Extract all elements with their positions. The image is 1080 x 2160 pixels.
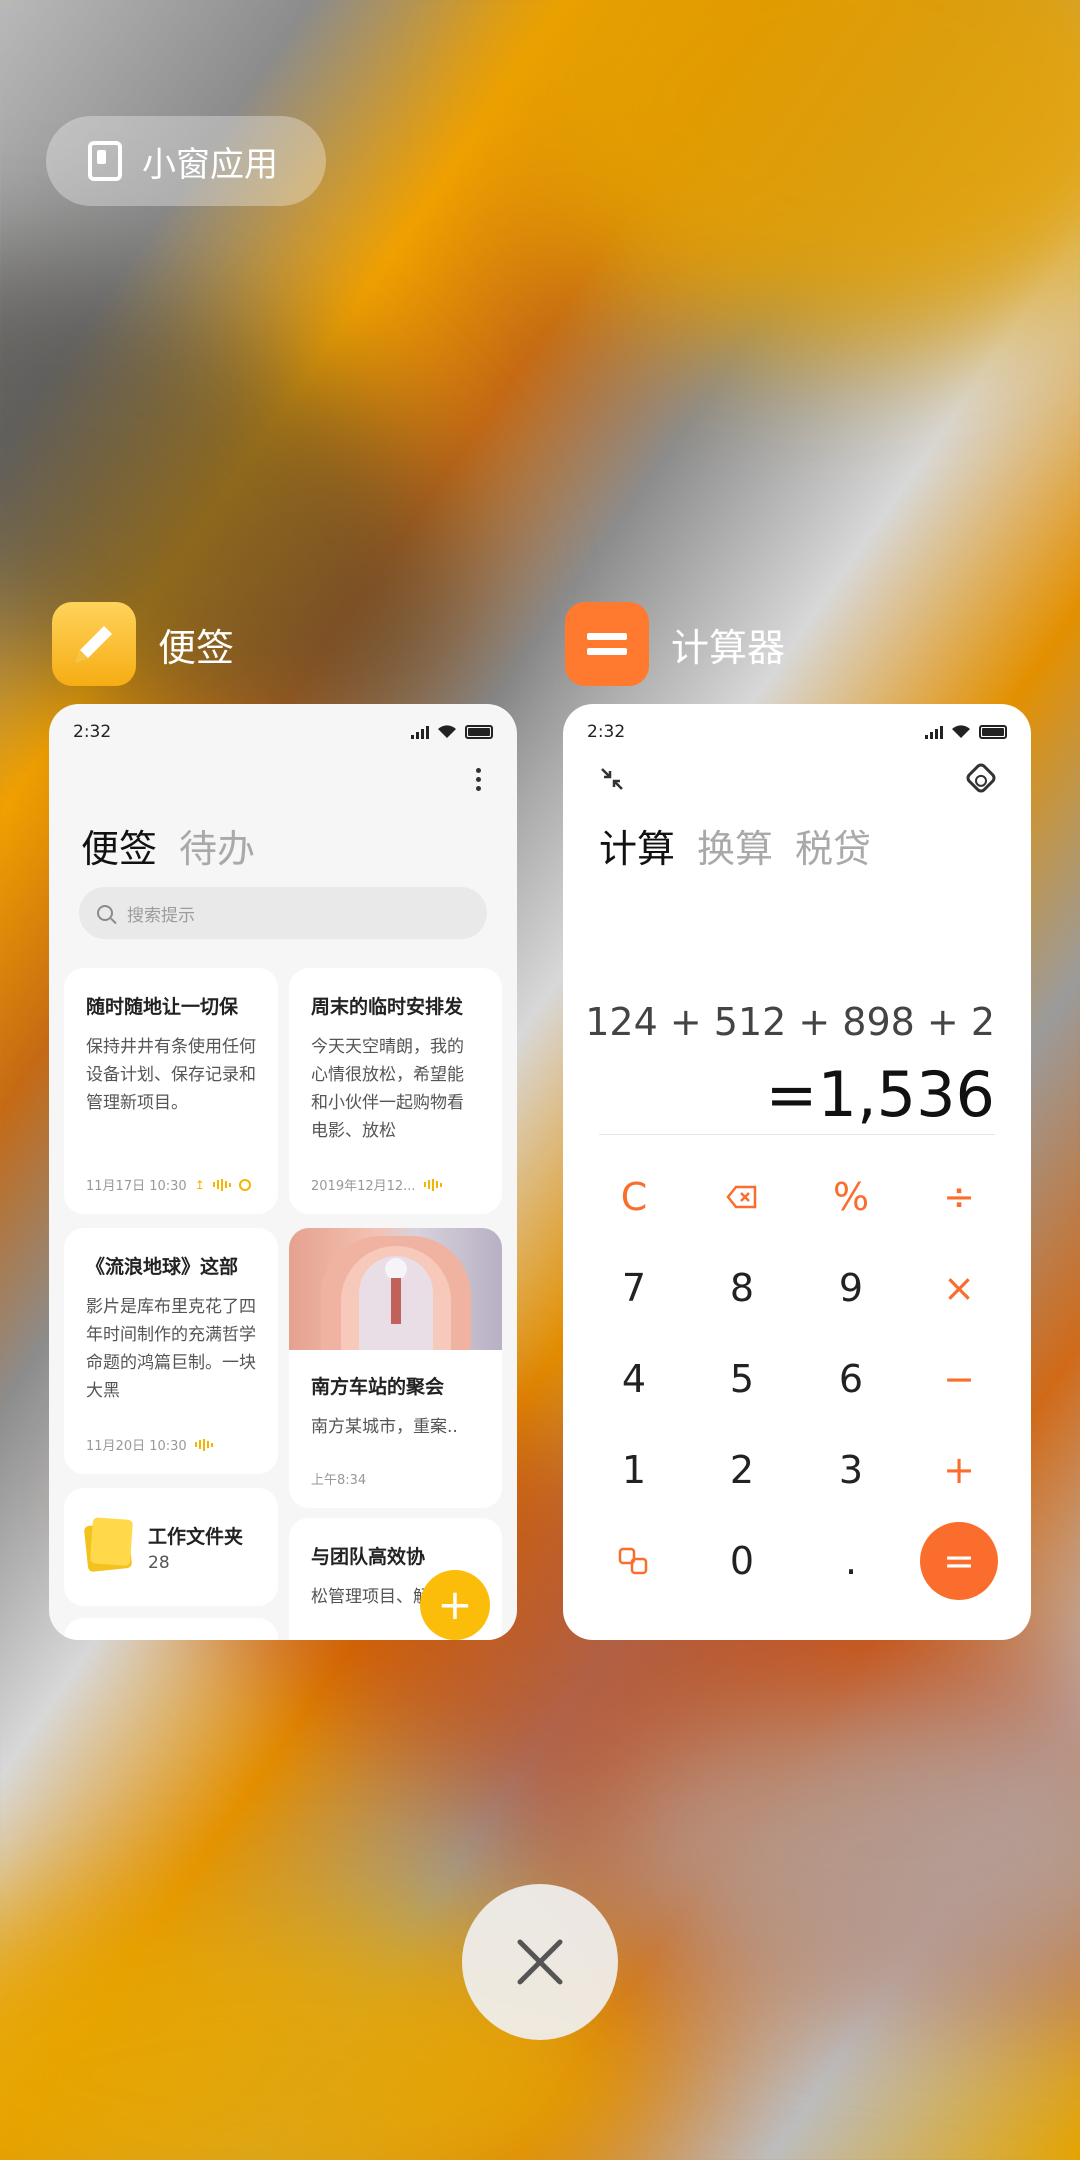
- equals-button[interactable]: =: [920, 1522, 998, 1600]
- signal-icon: [411, 725, 429, 739]
- note-date: 2019年12月12...: [311, 1179, 416, 1194]
- calculator-app-icon: [565, 602, 649, 686]
- tab-tax-loan[interactable]: 税贷: [795, 818, 871, 873]
- notes-app-preview[interactable]: 2:32 便签 待办 搜索提示 随时随地让一切保 保持井井有条使用任何设备计划、…: [49, 704, 517, 1640]
- digit-7-button[interactable]: 7: [595, 1249, 673, 1327]
- note-date: 上午8:34: [311, 1473, 367, 1488]
- settings-icon[interactable]: [964, 761, 998, 795]
- calc-app-header[interactable]: 计算器: [565, 602, 785, 686]
- tab-convert[interactable]: 换算: [697, 818, 773, 873]
- percent-button[interactable]: %: [812, 1158, 890, 1236]
- more-menu-icon[interactable]: [476, 768, 481, 791]
- note-title: 南方车站的聚会: [311, 1376, 445, 1398]
- digit-5-button[interactable]: 5: [703, 1340, 781, 1418]
- note-body: 保持井井有条使用任何设备计划、保存记录和管理新项目。: [86, 1037, 256, 1113]
- digit-1-button[interactable]: 1: [595, 1431, 673, 1509]
- digit-2-button[interactable]: 2: [703, 1431, 781, 1509]
- digit-8-button[interactable]: 8: [703, 1249, 781, 1327]
- note-body: 影片是库布里克花了四年时间制作的充满哲学命题的鸿篇巨制。一块大黑: [86, 1297, 256, 1401]
- note-card[interactable]: 南方车站的聚会 南方某城市，重案.. 上午8:34: [289, 1228, 502, 1508]
- expression-display: 124 + 512 + 898 + 2: [585, 1000, 995, 1044]
- backspace-button[interactable]: [703, 1158, 781, 1236]
- close-all-button[interactable]: [462, 1884, 618, 2040]
- status-time: 2:32: [587, 722, 626, 742]
- notes-app-name: 便签: [158, 625, 235, 670]
- note-title: 《流浪地球》这部: [86, 1256, 239, 1278]
- floating-window-label: 小窗应用: [142, 144, 278, 185]
- digit-4-button[interactable]: 4: [595, 1340, 673, 1418]
- digit-0-button[interactable]: 0: [703, 1522, 781, 1600]
- status-bar: 2:32: [587, 718, 1007, 746]
- close-icon: [517, 1939, 563, 1985]
- pin-icon: ↥: [194, 1177, 205, 1192]
- calculator-app-preview[interactable]: 2:32 计算 换算 税贷 124 + 512 + 898 + 2 =1,536…: [563, 704, 1031, 1640]
- audio-icon: [194, 1438, 213, 1451]
- floating-window-icon: [88, 141, 122, 181]
- note-card[interactable]: 《流浪地球》这部 影片是库布里克花了四年时间制作的充满哲学命题的鸿篇巨制。一块大…: [64, 1228, 278, 1474]
- audio-icon: [423, 1178, 442, 1191]
- status-bar: 2:32: [73, 718, 493, 746]
- notes-tabs: 便签 待办: [81, 818, 255, 873]
- digit-9-button[interactable]: 9: [812, 1249, 890, 1327]
- note-title: 随时随地让一切保: [86, 996, 239, 1018]
- note-footer: 上午8:34: [311, 1469, 366, 1488]
- add-note-button[interactable]: +: [420, 1570, 490, 1640]
- wifi-icon: [438, 725, 456, 738]
- alarm-icon: [238, 1178, 251, 1191]
- note-body: 南方某城市，重案..: [311, 1417, 458, 1437]
- note-date: 11月20日 10:30: [86, 1439, 187, 1454]
- divide-button[interactable]: ÷: [920, 1158, 998, 1236]
- shrink-icon[interactable]: [599, 766, 625, 792]
- note-card[interactable]: 随时随地让一切保 保持井井有条使用任何设备计划、保存记录和管理新项目。 11月1…: [64, 968, 278, 1214]
- note-footer: 11月17日 10:30 ↥: [86, 1175, 251, 1194]
- notes-app-icon: [52, 602, 136, 686]
- tab-notes[interactable]: 便签: [81, 818, 157, 873]
- folder-icon: [83, 1521, 133, 1573]
- battery-icon: [465, 725, 493, 739]
- tab-calculate[interactable]: 计算: [599, 818, 675, 873]
- status-time: 2:32: [73, 722, 112, 742]
- plus-button[interactable]: +: [920, 1431, 998, 1509]
- backspace-icon: [726, 1185, 757, 1209]
- battery-icon: [979, 725, 1007, 739]
- note-title: 周末的临时安排发: [311, 996, 464, 1018]
- switch-icon: [618, 1547, 648, 1575]
- result-display: =1,536: [765, 1058, 995, 1131]
- folder-count: 28: [148, 1552, 170, 1573]
- decimal-button[interactable]: .: [812, 1522, 890, 1600]
- audio-icon: [212, 1178, 231, 1191]
- folder-card[interactable]: 工作文件夹 28: [64, 1488, 278, 1606]
- search-input[interactable]: 搜索提示: [79, 887, 487, 939]
- note-title: 与团队高效协: [311, 1546, 426, 1568]
- switch-mode-button[interactable]: [595, 1522, 673, 1600]
- search-placeholder: 搜索提示: [127, 905, 195, 926]
- note-image: [289, 1228, 502, 1350]
- floating-window-button[interactable]: 小窗应用: [46, 116, 326, 206]
- calc-app-name: 计算器: [671, 625, 786, 670]
- minus-button[interactable]: −: [920, 1340, 998, 1418]
- note-card[interactable]: [64, 1618, 278, 1640]
- wifi-icon: [952, 725, 970, 738]
- notes-app-header[interactable]: 便签: [52, 602, 234, 686]
- clear-button[interactable]: C: [595, 1158, 673, 1236]
- note-footer: 11月20日 10:30: [86, 1435, 213, 1454]
- signal-icon: [925, 725, 943, 739]
- calc-tabs: 计算 换算 税贷: [599, 818, 871, 873]
- folder-name: 工作文件夹: [148, 1525, 244, 1548]
- tab-todo[interactable]: 待办: [179, 818, 255, 873]
- note-card[interactable]: 周末的临时安排发 今天天空晴朗，我的心情很放松，希望能和小伙伴一起购物看电影、放…: [289, 968, 502, 1214]
- note-footer: 2019年12月12...: [311, 1175, 442, 1194]
- divider: [599, 1134, 995, 1135]
- digit-6-button[interactable]: 6: [812, 1340, 890, 1418]
- note-date: 11月17日 10:30: [86, 1179, 187, 1194]
- search-icon: [97, 905, 113, 921]
- note-body: 今天天空晴朗，我的心情很放松，希望能和小伙伴一起购物看电影、放松: [311, 1037, 464, 1141]
- digit-3-button[interactable]: 3: [812, 1431, 890, 1509]
- multiply-button[interactable]: ×: [920, 1249, 998, 1327]
